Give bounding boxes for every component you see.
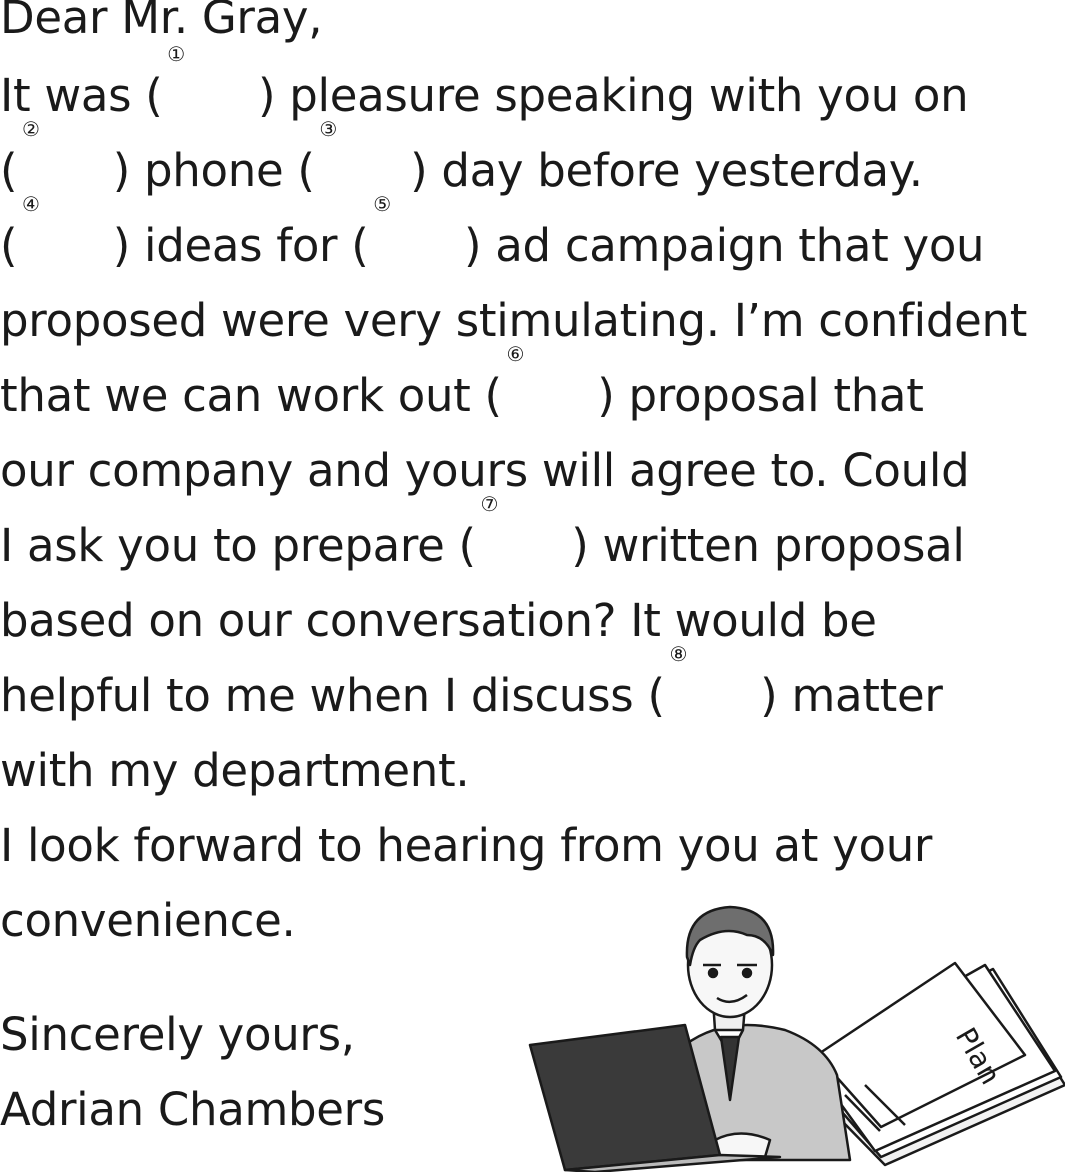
letter-line-8: based on our conversation? It would be [0,594,877,647]
paren-close: ) [112,144,131,197]
blank-3: (③) [297,119,428,208]
paren-close: ) [760,669,778,722]
letter-line-3: (④) ideas for (⑤) ad campaign that you [0,194,985,283]
paren-open: ( [647,669,665,722]
text-segment: written proposal [588,519,965,572]
text-segment: It was [0,69,146,122]
blank-5: (⑤) [351,194,482,283]
paren-open: ( [145,69,163,122]
letter-line-11: I look forward to hearing from you at yo… [0,819,933,872]
letter-line-7: I ask you to prepare (⑦) written proposa… [0,494,965,583]
paren-close: ) [571,519,589,572]
text-segment: that we can work out [0,369,485,422]
paren-open: ( [297,144,315,197]
text-segment: ideas for [130,219,352,272]
blank-4: (④) [0,194,131,283]
text-segment: matter [777,669,943,722]
letter-line-2: (②) phone (③) day before yesterday. [0,119,923,208]
blank-2: (②) [0,119,131,208]
salutation: Dear Mr. Gray, [0,0,323,44]
paren-close: ) [112,219,131,272]
blank-number: ② [22,117,40,141]
blank-8: (⑧) [647,644,778,733]
paren-close: ) [464,219,482,272]
blank-number: ① [167,42,185,66]
text-segment: helpful to me when I discuss [0,669,648,722]
letter-line-12: convenience. [0,894,296,947]
blank-6: (⑥) [484,344,615,433]
letter-line-10: with my department. [0,744,470,797]
text-segment: pleasure speaking with you on [275,69,969,122]
paren-open: ( [351,219,369,272]
paren-close: ) [410,144,428,197]
blank-number: ⑥ [506,342,525,366]
blank-1: (①) [145,44,276,133]
blank-number: ③ [319,117,337,141]
closing: Sincerely yours, [0,1008,355,1061]
paren-open: ( [458,519,477,572]
businessman-laptop-illustration: Plan [528,905,1065,1172]
blank-number: ⑦ [480,492,499,516]
paren-open: ( [0,144,18,197]
blank-7: (⑦) [458,494,589,583]
paren-open: ( [0,219,18,272]
blank-number: ⑧ [669,642,688,666]
blank-number: ④ [22,192,40,216]
letter-line-5: that we can work out (⑥) proposal that [0,344,924,433]
text-segment: I ask you to prepare [0,519,459,572]
text-segment: day before yesterday. [427,144,923,197]
paren-close: ) [597,369,615,422]
letter-line-1: It was (①) pleasure speaking with you on [0,44,969,133]
paren-open: ( [484,369,503,422]
paren-close: ) [257,69,276,122]
text-segment: phone [130,144,298,197]
letter-line-9: helpful to me when I discuss (⑧) matter [0,644,943,733]
signature: Adrian Chambers [0,1083,386,1136]
text-segment: proposal that [614,369,924,422]
blank-number: ⑤ [373,192,391,216]
text-segment: ad campaign that you [481,219,985,272]
